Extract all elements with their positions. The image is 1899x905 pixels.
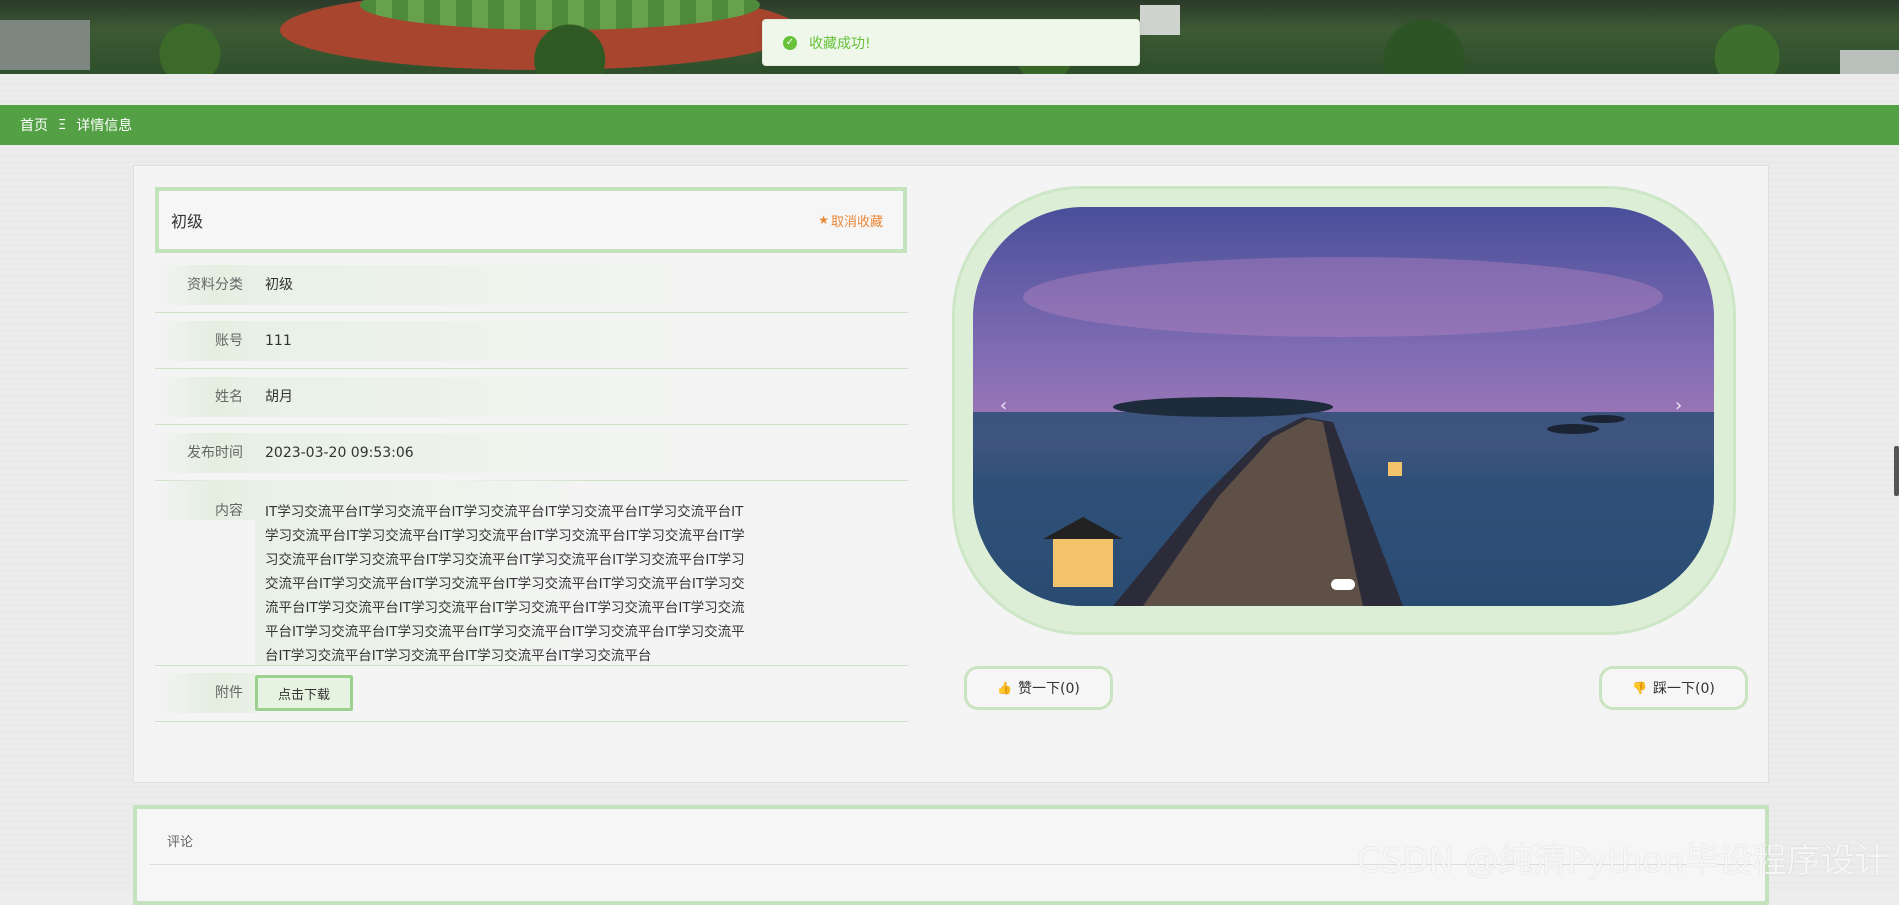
field-value: 111 [255, 320, 908, 361]
like-label: 赞一下(0) [1018, 681, 1080, 697]
field-label: 资料分类 [155, 264, 255, 305]
breadcrumb: 首页 Ξ 详情信息 [0, 105, 1899, 145]
field-row-publish-time: 发布时间 2023-03-20 09:53:06 [155, 425, 908, 481]
unfavorite-label: 取消收藏 [830, 214, 883, 230]
carousel-prev-button[interactable]: ‹ [1000, 395, 1007, 416]
breadcrumb-separator: Ξ [58, 117, 67, 133]
field-label: 附件 [155, 673, 255, 713]
detail-title-box: 初级 ★ 取消收藏 [155, 187, 907, 253]
field-label: 内容 [155, 480, 255, 520]
field-value: 初级 [255, 264, 908, 305]
dislike-label: 踩一下(0) [1653, 681, 1715, 697]
field-row-name: 姓名 胡月 [155, 369, 908, 425]
breadcrumb-home[interactable]: 首页 [20, 115, 48, 135]
download-button[interactable]: 点击下载 [255, 675, 353, 711]
field-row-category: 资料分类 初级 [155, 257, 908, 313]
field-label: 账号 [155, 320, 255, 361]
carousel-photo [973, 207, 1714, 606]
field-row-content: 内容 IT学习交流平台IT学习交流平台IT学习交流平台IT学习交流平台IT学习交… [155, 480, 908, 666]
field-value: 2023-03-20 09:53:06 [255, 432, 908, 473]
field-row-attachment: 附件 点击下载 [155, 665, 908, 722]
like-button[interactable]: 👍 赞一下(0) [964, 666, 1113, 710]
thumbs-down-icon: 👎 [1632, 681, 1648, 695]
star-icon: ★ [818, 213, 829, 227]
unfavorite-button[interactable]: ★ 取消收藏 [818, 211, 883, 230]
field-label: 姓名 [155, 376, 255, 417]
field-label: 发布时间 [155, 432, 255, 473]
dislike-button[interactable]: 👎 踩一下(0) [1599, 666, 1748, 710]
field-row-account: 账号 111 [155, 313, 908, 369]
breadcrumb-current: 详情信息 [76, 118, 133, 134]
thumbs-up-icon: 👍 [997, 681, 1013, 695]
carousel-slide-image [973, 207, 1714, 606]
watermark-text: CSDN @纯清Python毕设程序设计 [1357, 841, 1889, 881]
carousel-indicator-1[interactable] [1331, 579, 1355, 590]
toast-message: 收藏成功! [809, 35, 871, 52]
check-circle-icon: ✓ [783, 35, 797, 50]
detail-title: 初级 [171, 212, 204, 231]
field-value: 胡月 [255, 376, 908, 417]
carousel-next-button[interactable]: › [1675, 395, 1682, 416]
success-toast: ✓ 收藏成功! [762, 19, 1140, 66]
scrollbar-thumb[interactable] [1894, 446, 1899, 496]
content-text: IT学习交流平台IT学习交流平台IT学习交流平台IT学习交流平台IT学习交流平台… [255, 480, 745, 665]
comment-header: 评论 [167, 835, 194, 850]
